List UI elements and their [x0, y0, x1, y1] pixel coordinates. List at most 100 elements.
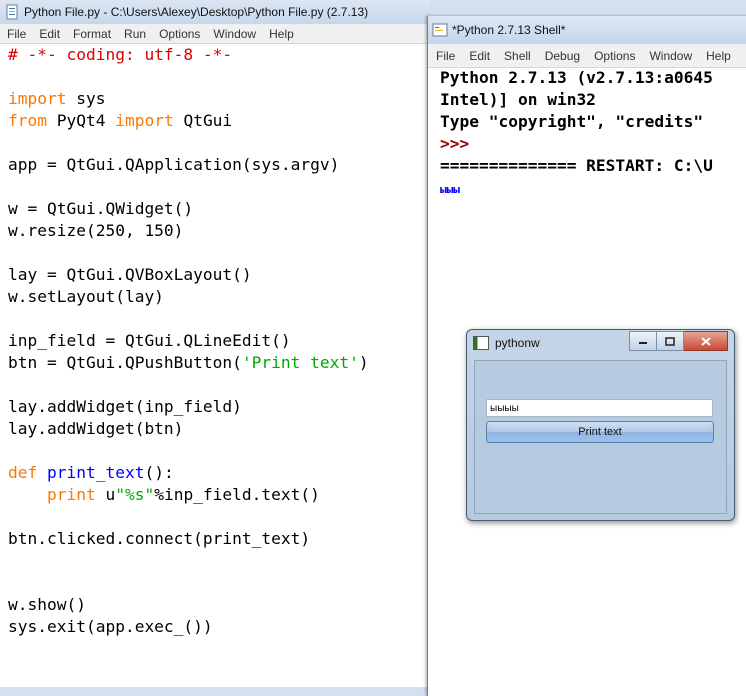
token: Intel)] on win32: [440, 90, 596, 109]
token: ыыы: [440, 183, 460, 196]
qt-window: pythonw ыыыы Print text: [466, 329, 735, 521]
token: btn = QtGui.QPushButton(: [8, 353, 242, 372]
editor-titlebar[interactable]: Python File.py - C:\Users\Alexey\Desktop…: [0, 0, 430, 25]
text-line: w = QtGui.QWidget(): [8, 198, 430, 220]
text-line: [8, 550, 430, 572]
token: %inp_field.text(): [154, 485, 320, 504]
python-shell-icon: [432, 23, 448, 37]
text-line: ыыы: [440, 177, 746, 199]
token: lay.addWidget(btn): [8, 419, 184, 438]
text-line: Intel)] on win32: [440, 89, 746, 111]
token: lay.addWidget(inp_field): [8, 397, 242, 416]
text-line: [8, 374, 430, 396]
window-controls: [629, 331, 728, 351]
text-line: inp_field = QtGui.QLineEdit(): [8, 330, 430, 352]
text-line: # -*- coding: utf-8 -*-: [8, 44, 430, 66]
menu-format[interactable]: Format: [66, 27, 117, 41]
code-editor-text[interactable]: # -*- coding: utf-8 -*- import sys from Py…: [8, 44, 430, 638]
text-line: Python 2.7.13 (v2.7.13:a0645: [440, 67, 746, 89]
menu-window[interactable]: Window: [641, 49, 698, 63]
token: Type "copyright", "credits": [440, 112, 704, 131]
token: # -*- coding: utf-8 -*-: [8, 45, 233, 64]
token: Python 2.7.13 (v2.7.13:a0645: [440, 68, 713, 87]
token: w.show(): [8, 595, 86, 614]
editor-window: Python File.py - C:\Users\Alexey\Desktop…: [0, 0, 430, 687]
qt-window-title: pythonw: [495, 336, 540, 350]
text-line: [8, 176, 430, 198]
text-input[interactable]: ыыыы: [486, 399, 713, 417]
menu-file[interactable]: File: [428, 49, 461, 63]
text-line: print u"%s"%inp_field.text(): [8, 484, 430, 506]
text-line: lay.addWidget(btn): [8, 418, 430, 440]
token: QtGui: [173, 111, 233, 130]
text-line: from PyQt4 import QtGui: [8, 110, 430, 132]
menu-debug[interactable]: Debug: [537, 49, 586, 63]
close-button[interactable]: [684, 331, 728, 351]
token: btn.clicked.connect(print_text): [8, 529, 311, 548]
minimize-icon: [639, 342, 647, 344]
token: sys.exit(app.exec_()): [8, 617, 213, 636]
token: sys: [66, 89, 106, 108]
token: PyQt4: [46, 111, 116, 130]
menu-run[interactable]: Run: [117, 27, 152, 41]
shell-output-text[interactable]: Python 2.7.13 (v2.7.13:a0645 Intel)] on w…: [440, 67, 746, 199]
maximize-button[interactable]: [657, 331, 684, 351]
text-line: ============== RESTART: C:\U: [440, 155, 746, 177]
token: u: [95, 485, 116, 504]
menu-help[interactable]: Help: [262, 27, 300, 41]
shell-menubar: File Edit Shell Debug Options Window Hel…: [428, 44, 746, 68]
text-line: import sys: [8, 88, 430, 110]
python-file-icon: [6, 4, 18, 20]
menu-help[interactable]: Help: [698, 49, 737, 63]
text-line: lay = QtGui.QVBoxLayout(): [8, 264, 430, 286]
token: w = QtGui.QWidget(): [8, 199, 194, 218]
text-line: btn.clicked.connect(print_text): [8, 528, 430, 550]
token: lay = QtGui.QVBoxLayout(): [8, 265, 252, 284]
window-app-icon: [473, 336, 489, 350]
token: print_text: [47, 463, 145, 482]
menu-options[interactable]: Options: [152, 27, 206, 41]
minimize-button[interactable]: [629, 331, 657, 351]
menu-options[interactable]: Options: [586, 49, 641, 63]
menu-window[interactable]: Window: [206, 27, 262, 41]
menu-file[interactable]: File: [0, 27, 32, 41]
text-line: [8, 572, 430, 594]
token: app = QtGui.QApplication(sys.argv): [8, 155, 340, 174]
text-line: [8, 440, 430, 462]
menu-edit[interactable]: Edit: [461, 49, 496, 63]
shell-titlebar[interactable]: *Python 2.7.13 Shell*: [428, 16, 746, 45]
text-line: w.show(): [8, 594, 430, 616]
text-line: sys.exit(app.exec_()): [8, 616, 430, 638]
text-line: Type "copyright", "credits": [440, 111, 746, 133]
menu-edit[interactable]: Edit: [32, 27, 66, 41]
text-line: [8, 506, 430, 528]
text-line: [8, 308, 430, 330]
menu-shell[interactable]: Shell: [496, 49, 537, 63]
token: from: [8, 111, 47, 130]
editor-menubar: File Edit Format Run Options Window Help: [0, 24, 430, 44]
text-line: >>>: [440, 133, 746, 155]
token: w.resize(250, 150): [8, 221, 184, 240]
text-line: def print_text():: [8, 462, 430, 484]
shell-title: *Python 2.7.13 Shell*: [452, 23, 566, 37]
text-line: w.resize(250, 150): [8, 220, 430, 242]
editor-title: Python File.py - C:\Users\Alexey\Desktop…: [24, 5, 369, 19]
print-text-button[interactable]: Print text: [486, 421, 714, 443]
token: ============== RESTART: C:\U: [440, 156, 713, 175]
token: ():: [144, 463, 174, 482]
text-line: [8, 66, 430, 88]
token: import: [8, 89, 67, 108]
text-line: btn = QtGui.QPushButton('Print text'): [8, 352, 430, 374]
qt-titlebar[interactable]: pythonw: [473, 336, 540, 350]
token: ): [358, 353, 369, 372]
token: w.setLayout(lay): [8, 287, 164, 306]
text-line: w.setLayout(lay): [8, 286, 430, 308]
text-line: [8, 132, 430, 154]
token: inp_field = QtGui.QLineEdit(): [8, 331, 291, 350]
token: 'Print text': [241, 353, 359, 372]
token: def: [8, 463, 38, 482]
token: >>>: [440, 134, 470, 153]
text-line: [8, 242, 430, 264]
